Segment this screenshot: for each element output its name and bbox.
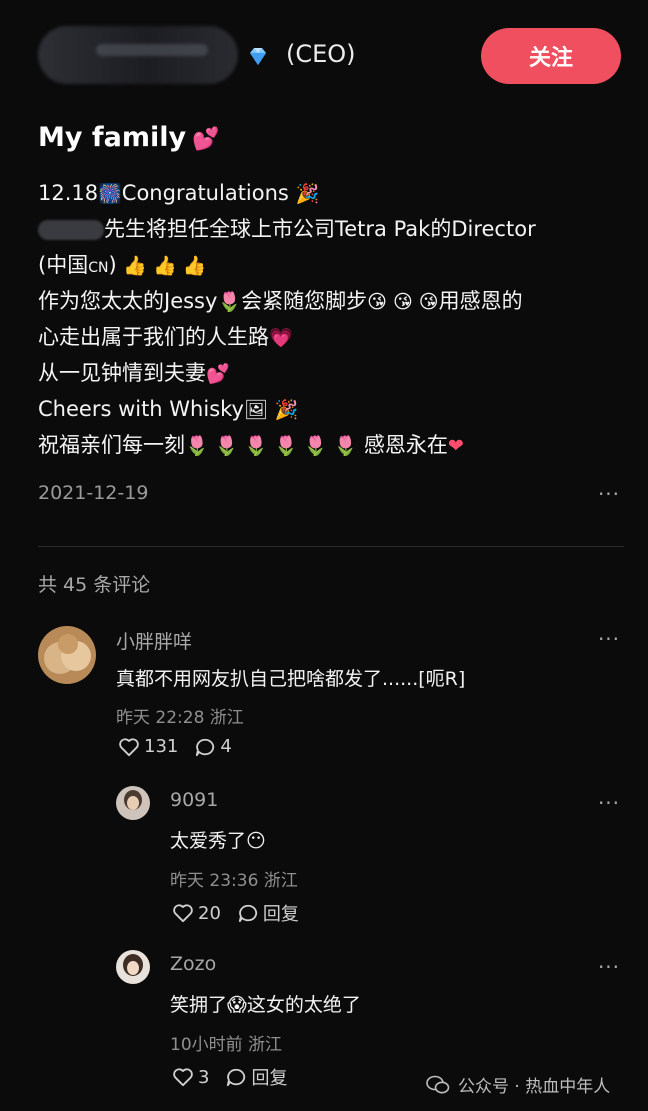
post-line: 心走出属于我们的人生路💗 [38,319,628,355]
like-count: 131 [144,736,179,757]
comment-text: 真都不用网友扒自己把啥都发了......[呃R] [116,668,466,690]
two-hearts-icon: 💕 [192,127,220,152]
post-text: ) [108,253,117,277]
more-icon[interactable]: ··· [594,629,624,652]
avatar[interactable] [116,786,150,820]
thumbs-up-icon: 👍 👍 👍 [123,255,207,277]
party-popper-icon: 🎉 [274,399,299,421]
like-count: 3 [198,1066,210,1088]
tulip-icon: 🌷 🌷 🌷 🌷 🌷 🌷 [185,435,358,457]
post-header: (CEO) 关注 [0,0,648,110]
avatar[interactable] [116,950,150,984]
post-text: 12.18 [38,181,99,205]
post-text: 会紧随您脚步 [241,289,368,313]
post-text: 感恩永在 [363,433,448,457]
follow-button[interactable]: 关注 [481,28,621,84]
post-text: Congratulations [121,181,289,205]
comment-meta: 10小时前 浙江 [170,1035,283,1055]
reply-count: 4 [220,736,232,757]
comment-text: 笑拥了😱这女的太绝了 [170,990,361,1017]
reply-label: 回复 [262,904,299,925]
reply-label: 回复 [251,1068,288,1089]
post-line: 先生将担任全球上市公司Tetra Pak的Director [38,211,628,247]
commenter-avatar-image [38,626,96,684]
post-text: 从一见钟情到夫妻 [38,361,206,385]
heart-icon [119,737,139,756]
avatar[interactable] [38,626,96,684]
diamond-icon [250,48,266,65]
watermark: 公众号 · 热血中年人 [426,1072,610,1097]
like-button[interactable]: 20 [172,903,221,924]
commenter-avatar-image [116,950,150,984]
comment-icon [227,1068,246,1087]
post-line: 12.18🎆Congratulations 🎉 [38,175,628,211]
commenter-avatar-image [116,786,150,820]
post-text: 先生将担任全球上市公司Tetra Pak的Director [104,217,536,241]
post-line: 作为您太太的Jessy🌷会紧随您脚步😘 😘 😘用感恩的 [38,283,628,319]
emoji-icon: 😶 [246,830,266,852]
post-text: 作为您太太的Jessy [38,289,218,313]
like-button[interactable]: 131 [118,736,178,757]
post-text: Cheers with Whisky [38,397,244,421]
more-icon[interactable]: ··· [594,793,624,816]
more-icon[interactable]: ··· [594,957,624,980]
wechat-icon [426,1075,450,1093]
post-text: (中国 [38,253,89,277]
post-line: 祝福亲们每一刻🌷 🌷 🌷 🌷 🌷 🌷 感恩永在❤ [38,427,628,463]
post-date: 2021-12-19 [38,482,149,504]
comment-count: 共 45 条评论 [38,574,151,596]
tulip-icon: 🌷 [217,291,242,313]
heart-icon: ❤ [447,435,464,457]
emoji-icon: 😱 [227,994,247,1016]
post-body: 12.18🎆Congratulations 🎉 先生将担任全球上市公司Tetra… [38,175,628,463]
heart-icon: 💗 [269,327,293,349]
post-title-text: My family [38,122,187,153]
reply-button[interactable]: 回复 [225,1064,287,1090]
heart-icon [173,1068,193,1087]
comment-text-part: 太爱秀了 [170,830,247,852]
commenter-name[interactable]: Zozo [170,953,216,975]
post-text: CN [88,260,109,276]
post-title: My family 💕 [38,122,219,153]
reply-button[interactable]: 回复 [237,900,299,926]
author-avatar-redacted[interactable] [38,26,238,84]
reply-button[interactable]: 4 [194,736,232,757]
redacted-name [38,220,104,240]
comment-actions: 3 回复 [172,1064,303,1090]
comment-meta: 昨天 23:36 浙江 [170,871,298,891]
comment-actions: 131 4 [118,736,248,757]
commenter-name[interactable]: 小胖胖咩 [116,627,192,654]
comment-text-part: 笑拥了 [170,994,228,1016]
post-text: 祝福亲们每一刻 [38,433,185,457]
divider [38,546,624,547]
commenter-name[interactable]: 9091 [170,789,218,811]
fireworks-icon: 🎆 [98,183,122,205]
party-popper-icon: 🎉 [295,183,320,205]
post-line: (中国CN) 👍 👍 👍 [38,247,628,283]
post-line: 从一见钟情到夫妻💕 [38,355,628,391]
comment-icon [238,904,257,923]
author-title: (CEO) [286,40,356,68]
like-count: 20 [198,902,221,924]
like-button[interactable]: 3 [172,1067,209,1088]
comment-icon [196,738,215,756]
comment-text-part: 这女的太绝了 [246,994,361,1016]
post-text: 心走出属于我们的人生路 [38,325,269,349]
kiss-face-icon: 😘 😘 😘 [367,291,439,313]
post-text: 用感恩的 [438,289,523,313]
heart-icon [173,904,193,923]
watermark-text: 公众号 · 热血中年人 [458,1077,611,1097]
post-line: Cheers with Whisky🖼 🎉 [38,391,628,427]
comment-text: 太爱秀了😶 [170,826,266,853]
picture-icon: 🖼 [243,399,269,421]
two-hearts-icon: 💕 [206,363,230,385]
comment-actions: 20 回复 [172,900,315,926]
comment-meta: 昨天 22:28 浙江 [116,708,244,728]
more-icon[interactable]: ··· [594,484,624,507]
